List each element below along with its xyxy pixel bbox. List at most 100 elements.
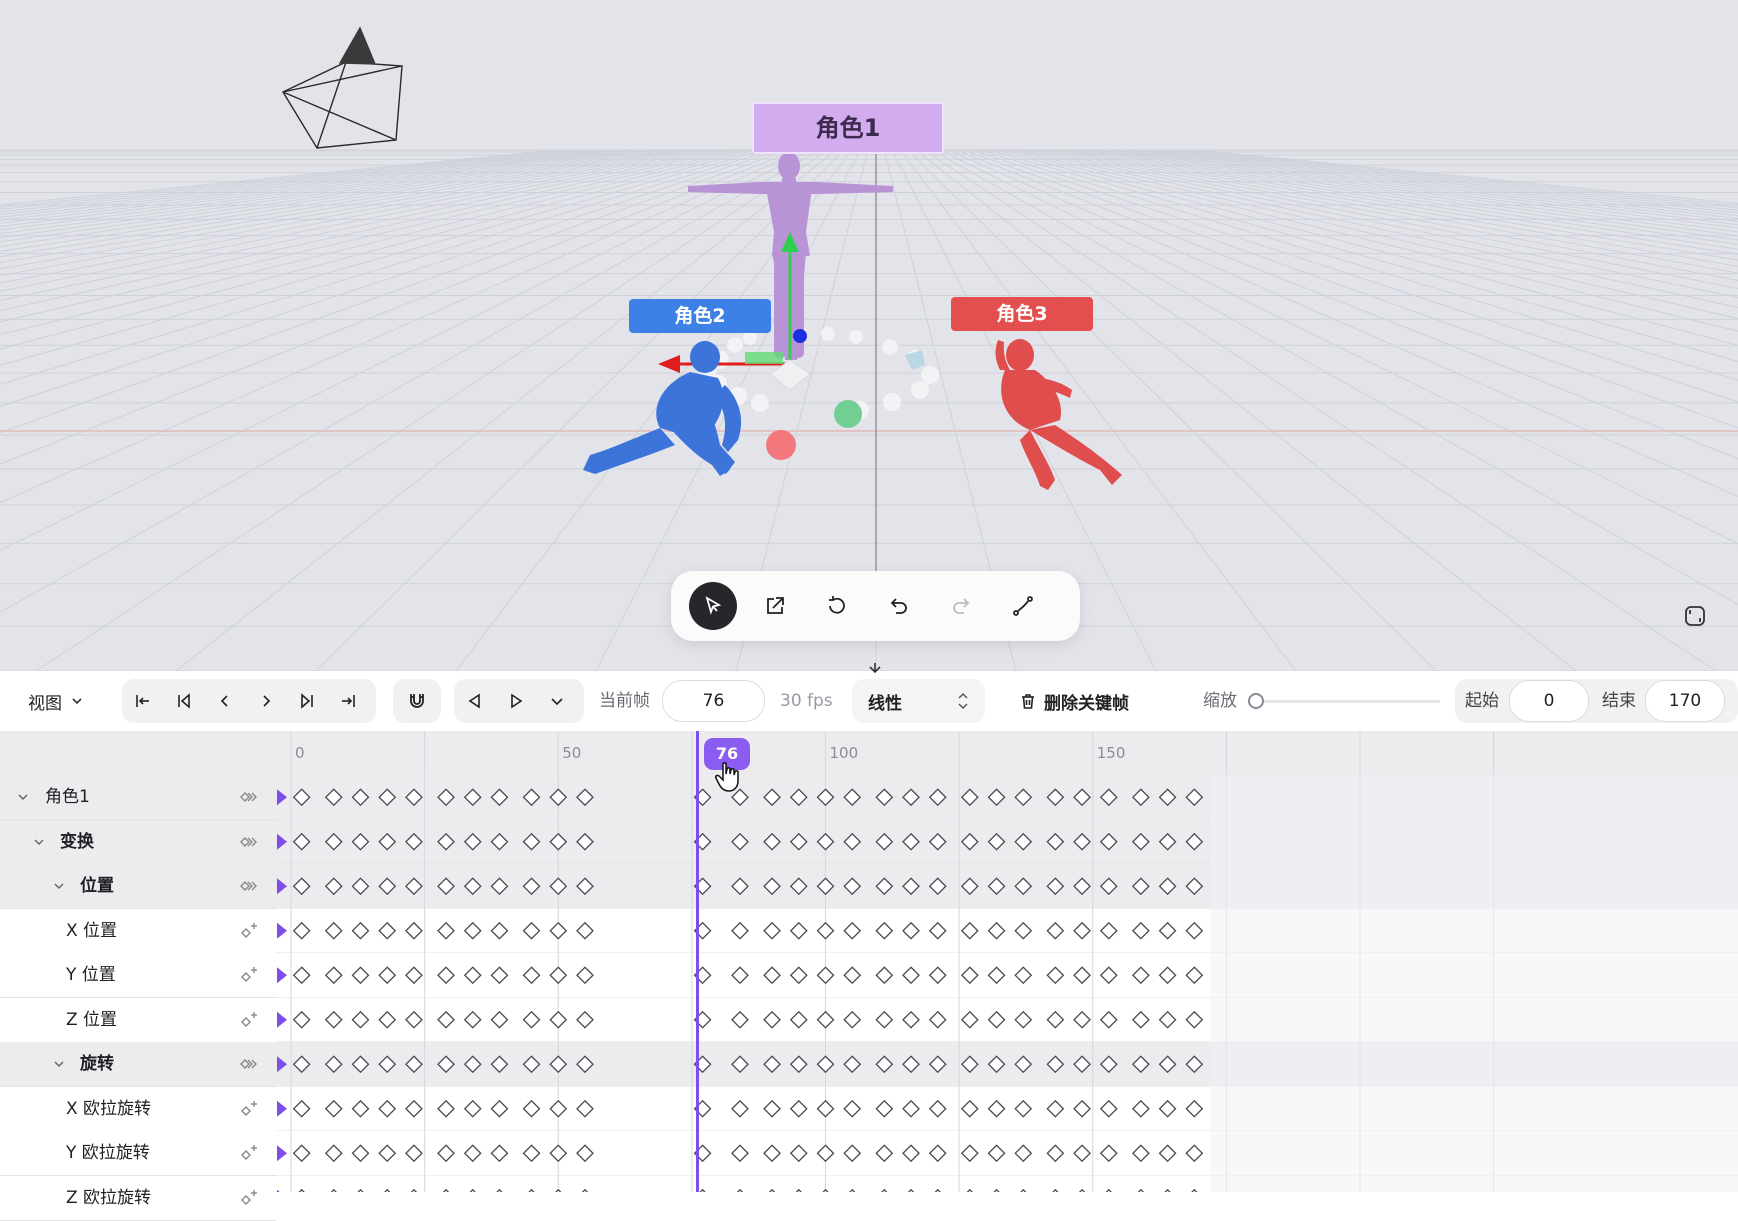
character-3-label[interactable]: 角色3 <box>951 297 1093 331</box>
arrow-to-start-icon <box>135 695 149 707</box>
chevron-down-icon[interactable] <box>32 835 46 849</box>
grid-line <box>0 149 685 263</box>
keyframe-group-icon[interactable] <box>239 1054 259 1074</box>
grid-line <box>1131 149 1738 226</box>
grid-line <box>1043 149 1738 281</box>
track-row[interactable]: X 欧拉旋转 <box>0 1086 276 1132</box>
chevron-down-icon[interactable] <box>16 790 30 804</box>
hand-pointer-icon <box>715 762 739 792</box>
fullscreen-icon[interactable] <box>1683 604 1707 628</box>
current-frame-input[interactable]: 76 <box>662 680 765 722</box>
track-row[interactable]: 旋转 <box>0 1042 276 1087</box>
play-icon <box>510 693 522 709</box>
rotate-tool-button[interactable] <box>813 582 861 630</box>
track-row[interactable]: Z 欧拉旋转 <box>0 1175 276 1221</box>
grid-line <box>1075 149 1738 256</box>
track-name: X 位置 <box>66 920 118 941</box>
3d-viewport[interactable]: 角色1 角色2 角色3 <box>0 0 1738 671</box>
frame-navigation-group <box>122 679 376 723</box>
grid-line <box>0 149 565 208</box>
updown-chevron-icon <box>958 692 968 710</box>
character-1-label[interactable]: 角色1 <box>752 102 944 154</box>
add-keyframe-icon[interactable] <box>239 921 259 941</box>
track-row[interactable]: 位置 <box>0 864 276 909</box>
chevron-right-icon <box>262 695 270 707</box>
go-end-button[interactable] <box>327 679 368 723</box>
ruler-label: 0 <box>295 744 305 762</box>
playhead-line[interactable] <box>695 731 699 1192</box>
grid-line <box>0 149 613 224</box>
skip-back-icon <box>177 693 190 709</box>
add-keyframe-icon[interactable] <box>239 1099 259 1119</box>
track-row[interactable]: Z 位置 <box>0 997 276 1043</box>
track-row[interactable]: 变换 <box>0 819 276 865</box>
play-button[interactable] <box>495 679 536 723</box>
chevron-left-icon <box>220 695 228 707</box>
track-row[interactable]: 角色1 <box>0 775 276 820</box>
add-keyframe-icon[interactable] <box>239 1143 259 1163</box>
track-name: 旋转 <box>80 1054 114 1074</box>
track-name: 位置 <box>80 876 114 896</box>
character-2-label[interactable]: 角色2 <box>629 299 771 333</box>
magnet-icon <box>410 694 424 708</box>
delete-keyframe-button[interactable]: 删除关键帧 <box>1018 671 1129 731</box>
view-menu-label: 视图 <box>28 693 62 714</box>
grid-line <box>1059 149 1738 267</box>
prev-keyframe-button[interactable] <box>163 679 204 723</box>
select-tool-button[interactable] <box>689 582 737 630</box>
fps-label: 30 fps <box>780 691 833 711</box>
track-row[interactable]: Y 欧拉旋转 <box>0 1131 276 1176</box>
grid-line <box>971 149 1738 403</box>
track-row[interactable]: Y 位置 <box>0 953 276 998</box>
grid-line <box>1099 149 1738 241</box>
grid-line <box>0 149 757 350</box>
redo-button[interactable] <box>937 582 985 630</box>
chevron-down-icon <box>550 698 563 706</box>
start-frame-input[interactable]: 0 <box>1509 680 1589 722</box>
track-name: Z 欧拉旋转 <box>66 1187 152 1208</box>
start-label: 起始 <box>1465 691 1499 711</box>
add-keyframe-icon[interactable] <box>239 1188 259 1208</box>
add-keyframe-icon[interactable] <box>239 1010 259 1030</box>
zoom-slider-thumb[interactable] <box>1248 693 1264 709</box>
out-of-range-shade <box>1210 775 1738 1192</box>
track-name: Z 位置 <box>66 1009 118 1030</box>
grid-line <box>0 149 653 243</box>
timeline-ruler[interactable]: 0 50 100 150 <box>276 731 1738 775</box>
timeline-toolbar: 视图 当前帧 76 30 fps 线性 删除关键帧 缩放 起始 0 结束 170 <box>0 663 1738 731</box>
rotate-icon <box>829 596 845 614</box>
interpolation-select[interactable]: 线性 <box>852 679 985 723</box>
keyframe-area[interactable] <box>276 775 1738 1192</box>
zoom-slider[interactable] <box>1248 693 1440 709</box>
playback-options-button[interactable] <box>536 679 577 723</box>
path-tool-button[interactable] <box>999 582 1047 630</box>
chevron-down-icon[interactable] <box>52 1057 66 1071</box>
character-2-model <box>583 341 742 476</box>
keyframe-group-icon[interactable] <box>239 832 259 852</box>
add-keyframe-icon[interactable] <box>239 965 259 985</box>
track-name: X 欧拉旋转 <box>66 1098 152 1119</box>
play-reverse-button[interactable] <box>454 679 495 723</box>
keyframe-group-icon[interactable] <box>239 876 259 896</box>
cursor-arrow-icon <box>705 596 722 615</box>
next-frame-button[interactable] <box>245 679 286 723</box>
delete-keyframe-label: 删除关键帧 <box>1044 693 1129 714</box>
view-menu[interactable]: 视图 <box>18 683 94 719</box>
camera-icon <box>281 26 403 149</box>
chevron-down-icon[interactable] <box>52 879 66 893</box>
track-row[interactable]: X 位置 <box>0 908 276 954</box>
end-frame-input[interactable]: 170 <box>1645 680 1725 722</box>
grid-line <box>0 149 621 227</box>
chevron-down-icon <box>72 698 82 705</box>
go-start-button[interactable] <box>122 679 163 723</box>
prev-frame-button[interactable] <box>204 679 245 723</box>
skip-forward-icon <box>300 693 313 709</box>
grid-line <box>1107 149 1738 237</box>
snap-toggle[interactable] <box>393 679 441 723</box>
chevron-down-icon[interactable] <box>866 663 884 677</box>
move-tool-button[interactable] <box>751 582 799 630</box>
undo-button[interactable] <box>875 582 923 630</box>
next-keyframe-button[interactable] <box>286 679 327 723</box>
current-frame-label: 当前帧 <box>599 691 650 711</box>
keyframe-group-icon[interactable] <box>239 787 259 807</box>
